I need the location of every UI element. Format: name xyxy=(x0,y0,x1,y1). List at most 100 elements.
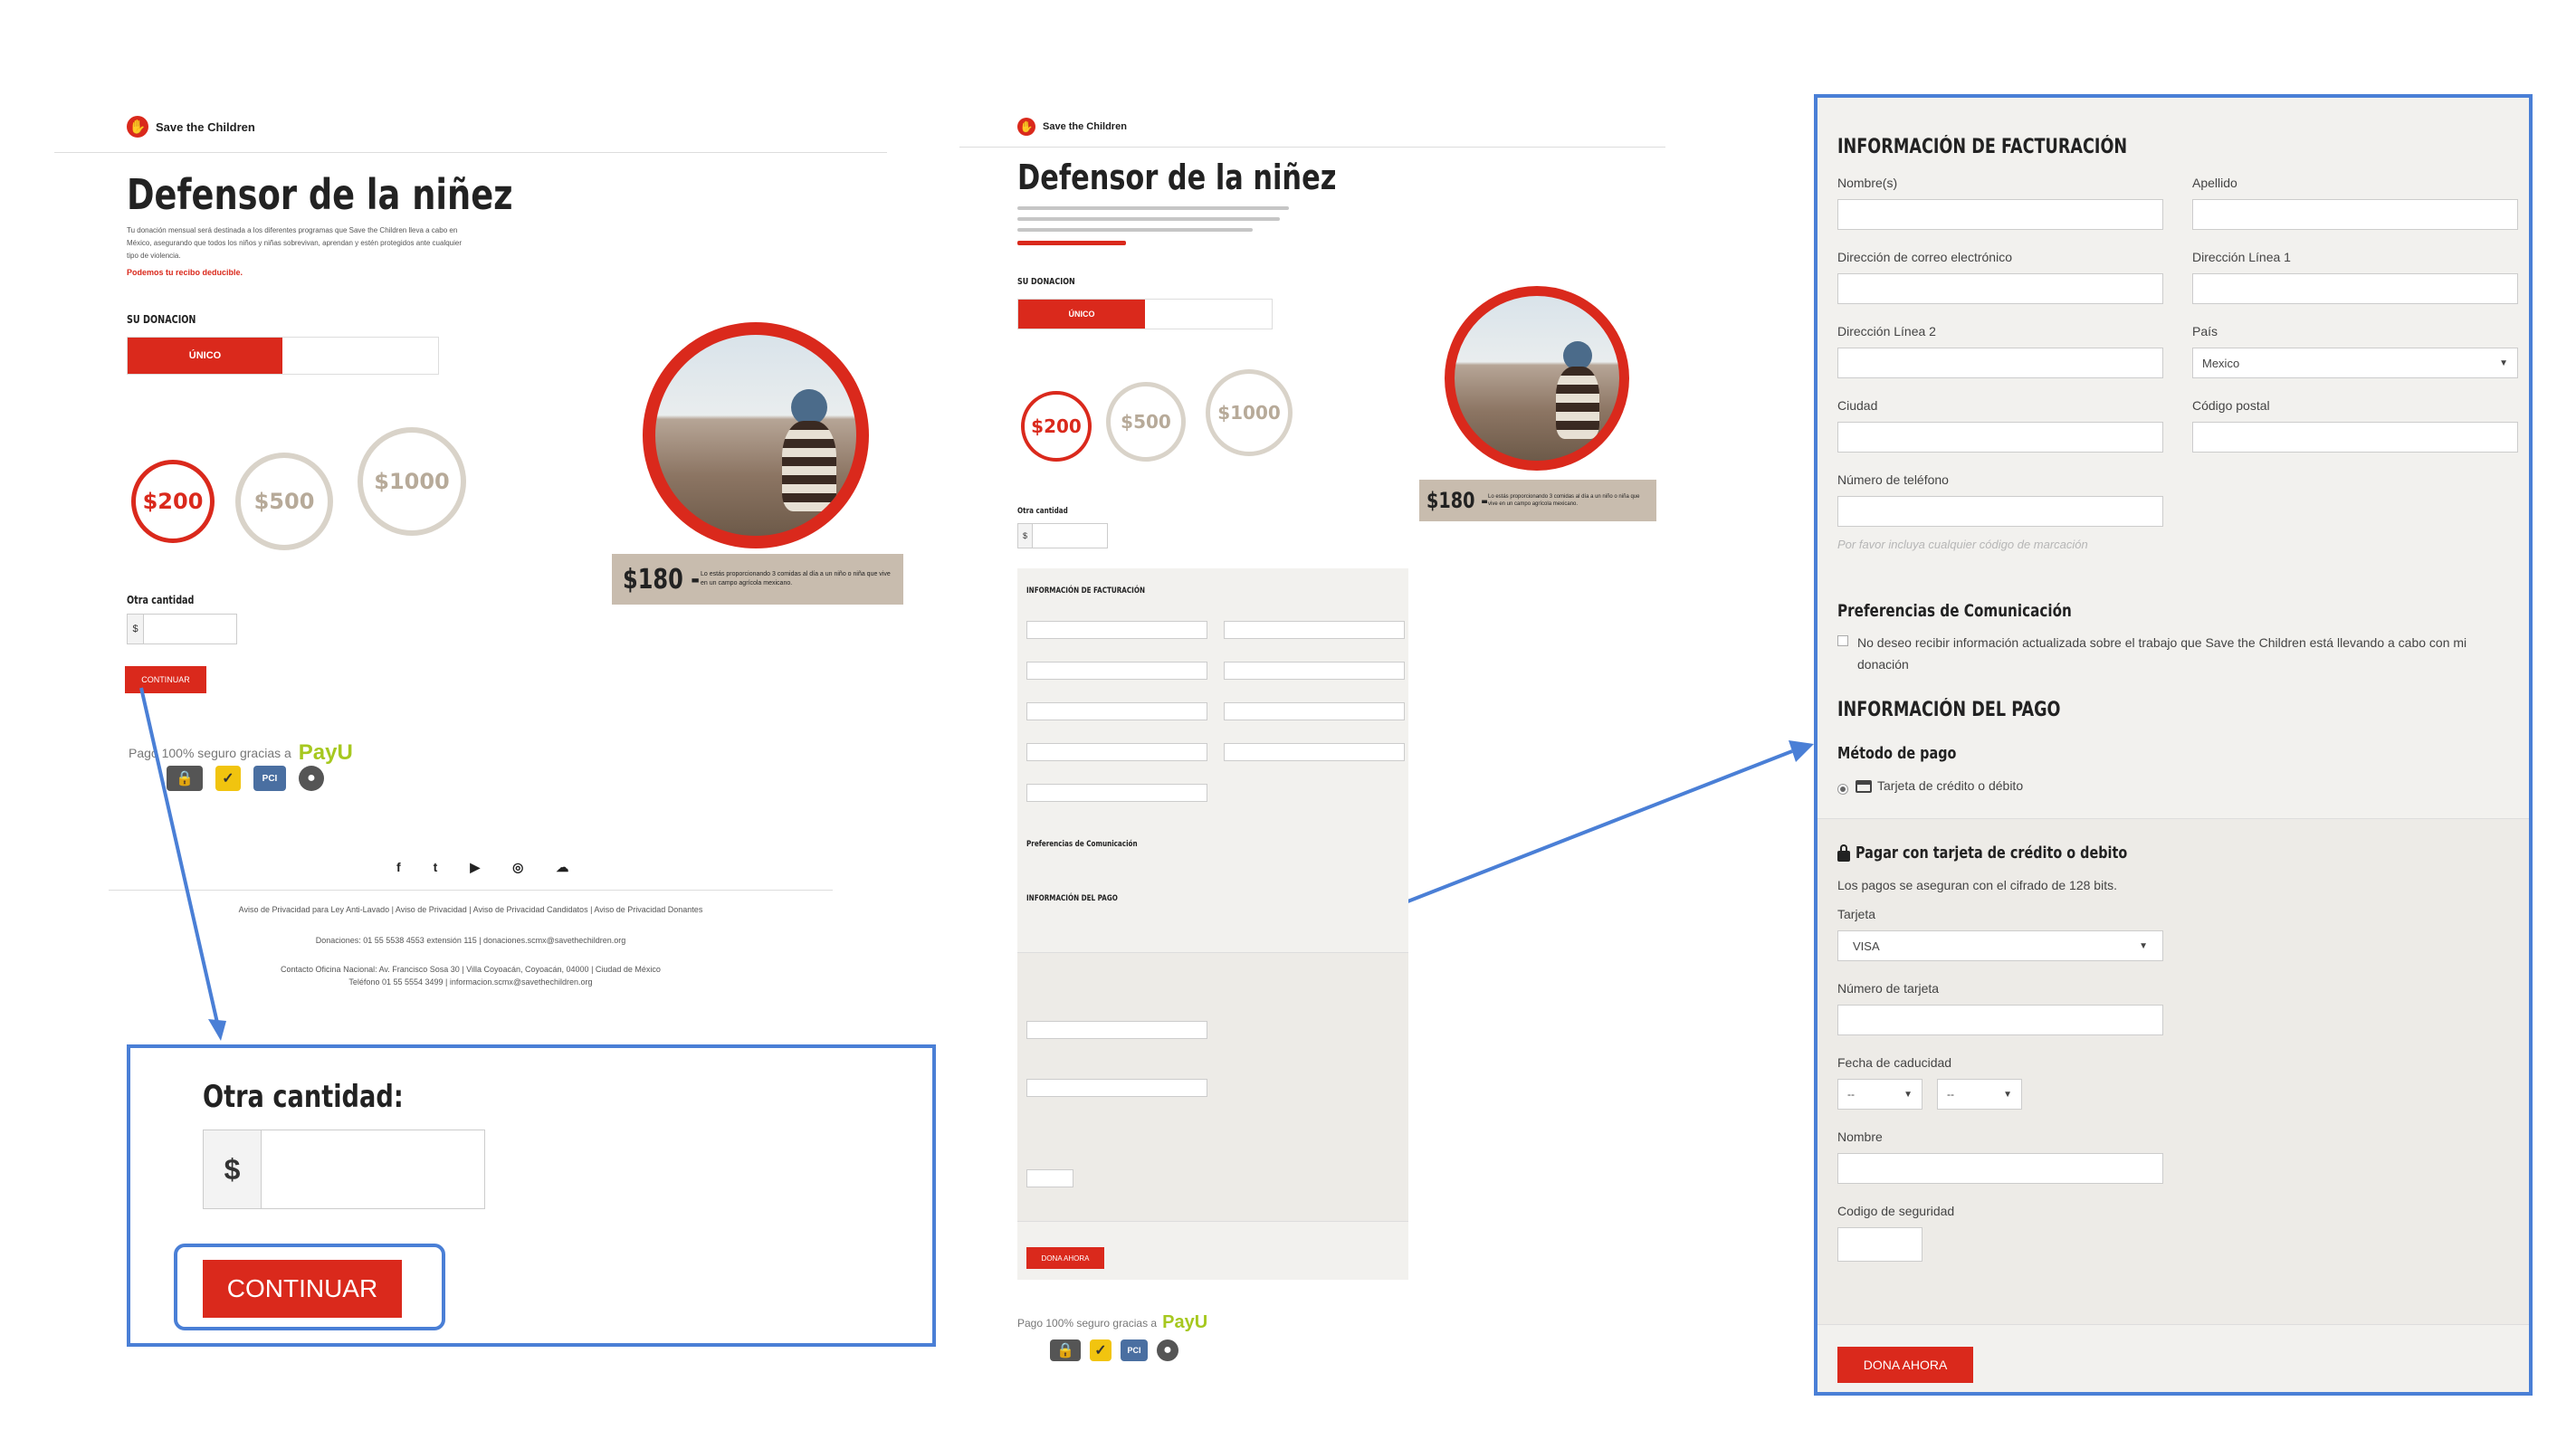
comm-checkbox[interactable] xyxy=(1837,635,1848,646)
credit-card-icon xyxy=(1856,780,1872,793)
impact-caption-2: $180 - Lo estás proporcionando 3 comidas… xyxy=(1419,480,1656,521)
name-input[interactable] xyxy=(1837,1153,2163,1184)
secure-lock-icon-2: 🔒 xyxy=(1050,1339,1081,1361)
expiry-year-select[interactable]: -- ▼ xyxy=(1937,1079,2022,1110)
donation-heading-2: SU DONACION xyxy=(1017,277,1075,287)
desc-line xyxy=(1017,217,1280,221)
expiry-month-select[interactable]: -- ▼ xyxy=(1837,1079,1922,1110)
lock-shackle xyxy=(1840,844,1847,853)
last-name-label: Apellido xyxy=(2192,176,2237,190)
mini-input[interactable] xyxy=(1026,621,1207,639)
postal-label: Código postal xyxy=(2192,398,2270,413)
mini-input[interactable] xyxy=(1026,662,1207,680)
card-type-value: VISA xyxy=(1853,939,1880,953)
currency-symbol-2: $ xyxy=(1018,524,1033,548)
card-number-input[interactable] xyxy=(1837,1005,2163,1035)
chevron-down-icon: ▼ xyxy=(2003,1089,2012,1100)
mini-input[interactable] xyxy=(1026,743,1207,761)
card-section xyxy=(1818,818,2529,1325)
comm-option[interactable]: No deseo recibir información actualizada… xyxy=(1857,632,2518,675)
card-note: Los pagos se aseguran con el cifrado de … xyxy=(1837,878,2117,892)
method-title: Método de pago xyxy=(1837,744,1957,763)
amount-1000-2[interactable]: $1000 xyxy=(1206,369,1293,456)
amount-200-2[interactable]: $200 xyxy=(1021,391,1092,462)
mini-input[interactable] xyxy=(1026,1169,1073,1187)
city-input[interactable] xyxy=(1837,422,2163,453)
caption-price-2: $180 - xyxy=(1426,488,1489,513)
other-amount-input-2[interactable] xyxy=(1033,524,1107,548)
phone-input[interactable] xyxy=(1837,496,2163,527)
card-type-select[interactable]: VISA ▼ xyxy=(1837,930,2163,961)
payu-logo-2: PayU xyxy=(1162,1312,1208,1332)
billing-title: INFORMACIÓN DE FACTURACIÓN xyxy=(1837,136,2128,158)
child-figure-2 xyxy=(1556,367,1599,439)
brand-icon-2: ✋ xyxy=(1017,118,1035,136)
chevron-down-icon: ▼ xyxy=(2499,357,2508,368)
country-label: País xyxy=(2192,324,2218,338)
cvv-input[interactable] xyxy=(1837,1227,1922,1262)
email-label: Dirección de correo electrónico xyxy=(1837,250,2012,264)
phone-label: Número de teléfono xyxy=(1837,472,1949,487)
security-badges-2: 🔒 ✓ PCI ● xyxy=(1050,1339,1178,1361)
card-title: Pagar con tarjeta de crédito o debito xyxy=(1856,844,2128,863)
country-value: Mexico xyxy=(2202,356,2240,370)
desc-line xyxy=(1017,206,1289,210)
mini-input[interactable] xyxy=(1224,743,1405,761)
chevron-down-icon: ▼ xyxy=(2139,940,2148,951)
freq-monthly-2[interactable] xyxy=(1145,300,1272,329)
address1-input[interactable] xyxy=(2192,273,2518,304)
header-divider-2 xyxy=(959,147,1665,148)
payment-title: INFORMACIÓN DEL PAGO xyxy=(1837,699,2061,721)
caption-text-2: Lo estás proporcionando 3 comidas al día… xyxy=(1488,494,1640,507)
radio-dot xyxy=(1840,786,1846,792)
chevron-down-icon: ▼ xyxy=(1903,1089,1913,1100)
payment-title-mini: INFORMACIÓN DEL PAGO xyxy=(1026,894,1118,903)
panel-step2: ✋ Save the Children Defensor de la niñez… xyxy=(959,109,1684,1376)
country-select[interactable]: Mexico ▼ xyxy=(2192,348,2518,378)
seal-icon-2: ● xyxy=(1157,1339,1178,1361)
address2-input[interactable] xyxy=(1837,348,2163,378)
card-number-label: Número de tarjeta xyxy=(1837,981,1940,996)
mini-input[interactable] xyxy=(1026,1021,1207,1039)
card-type-label: Tarjeta xyxy=(1837,907,1876,921)
brand-logo-2[interactable]: ✋ Save the Children xyxy=(1017,118,1127,136)
mini-input[interactable] xyxy=(1224,702,1405,720)
secure-text-2: Pago 100% seguro gracias a xyxy=(1017,1316,1158,1330)
phone-hint: Por favor incluya cualquier código de ma… xyxy=(1837,538,2088,551)
mini-input[interactable] xyxy=(1224,662,1405,680)
pci-icon-2: PCI xyxy=(1121,1339,1148,1361)
expiry-year-value: -- xyxy=(1947,1088,1954,1101)
amount-500-2[interactable]: $500 xyxy=(1106,382,1186,462)
other-amount-group-2[interactable]: $ xyxy=(1017,523,1108,548)
address1-label: Dirección Línea 1 xyxy=(2192,250,2291,264)
billing-title-mini: INFORMACIÓN DE FACTURACIÓN xyxy=(1026,586,1145,596)
email-input[interactable] xyxy=(1837,273,2163,304)
mini-input[interactable] xyxy=(1026,702,1207,720)
donate-button[interactable]: DONA AHORA xyxy=(1837,1347,1973,1383)
last-name-input[interactable] xyxy=(2192,199,2518,230)
postal-input[interactable] xyxy=(2192,422,2518,453)
mini-input[interactable] xyxy=(1026,784,1207,802)
method-option[interactable]: Tarjeta de crédito o débito xyxy=(1877,778,2023,793)
zoom-form: INFORMACIÓN DE FACTURACIÓN Nombre(s) Ape… xyxy=(1814,94,2533,1396)
mini-input[interactable] xyxy=(1026,1079,1207,1097)
deductible-note-2 xyxy=(1017,241,1126,245)
first-name-input[interactable] xyxy=(1837,199,2163,230)
frequency-selector-2[interactable]: ÚNICO xyxy=(1017,299,1273,329)
first-name-label: Nombre(s) xyxy=(1837,176,1898,190)
page-title-2: Defensor de la niñez xyxy=(1017,157,1337,197)
address2-label: Dirección Línea 2 xyxy=(1837,324,1936,338)
freq-once-2[interactable]: ÚNICO xyxy=(1018,300,1145,329)
child-photo-2 xyxy=(1445,286,1629,471)
expiry-label: Fecha de caducidad xyxy=(1837,1055,1952,1070)
verified-icon-2: ✓ xyxy=(1090,1339,1111,1361)
method-radio[interactable] xyxy=(1837,784,1848,795)
mini-donate-button[interactable]: DONA AHORA xyxy=(1026,1247,1104,1269)
name-label: Nombre xyxy=(1837,1130,1883,1144)
comm-title-mini: Preferencias de Comunicación xyxy=(1026,840,1138,849)
expiry-month-value: -- xyxy=(1847,1088,1855,1101)
other-amount-label-2: Otra cantidad xyxy=(1017,507,1068,516)
cvv-label: Codigo de seguridad xyxy=(1837,1204,1955,1218)
mini-input[interactable] xyxy=(1224,621,1405,639)
comm-title: Preferencias de Comunicación xyxy=(1837,601,2072,621)
